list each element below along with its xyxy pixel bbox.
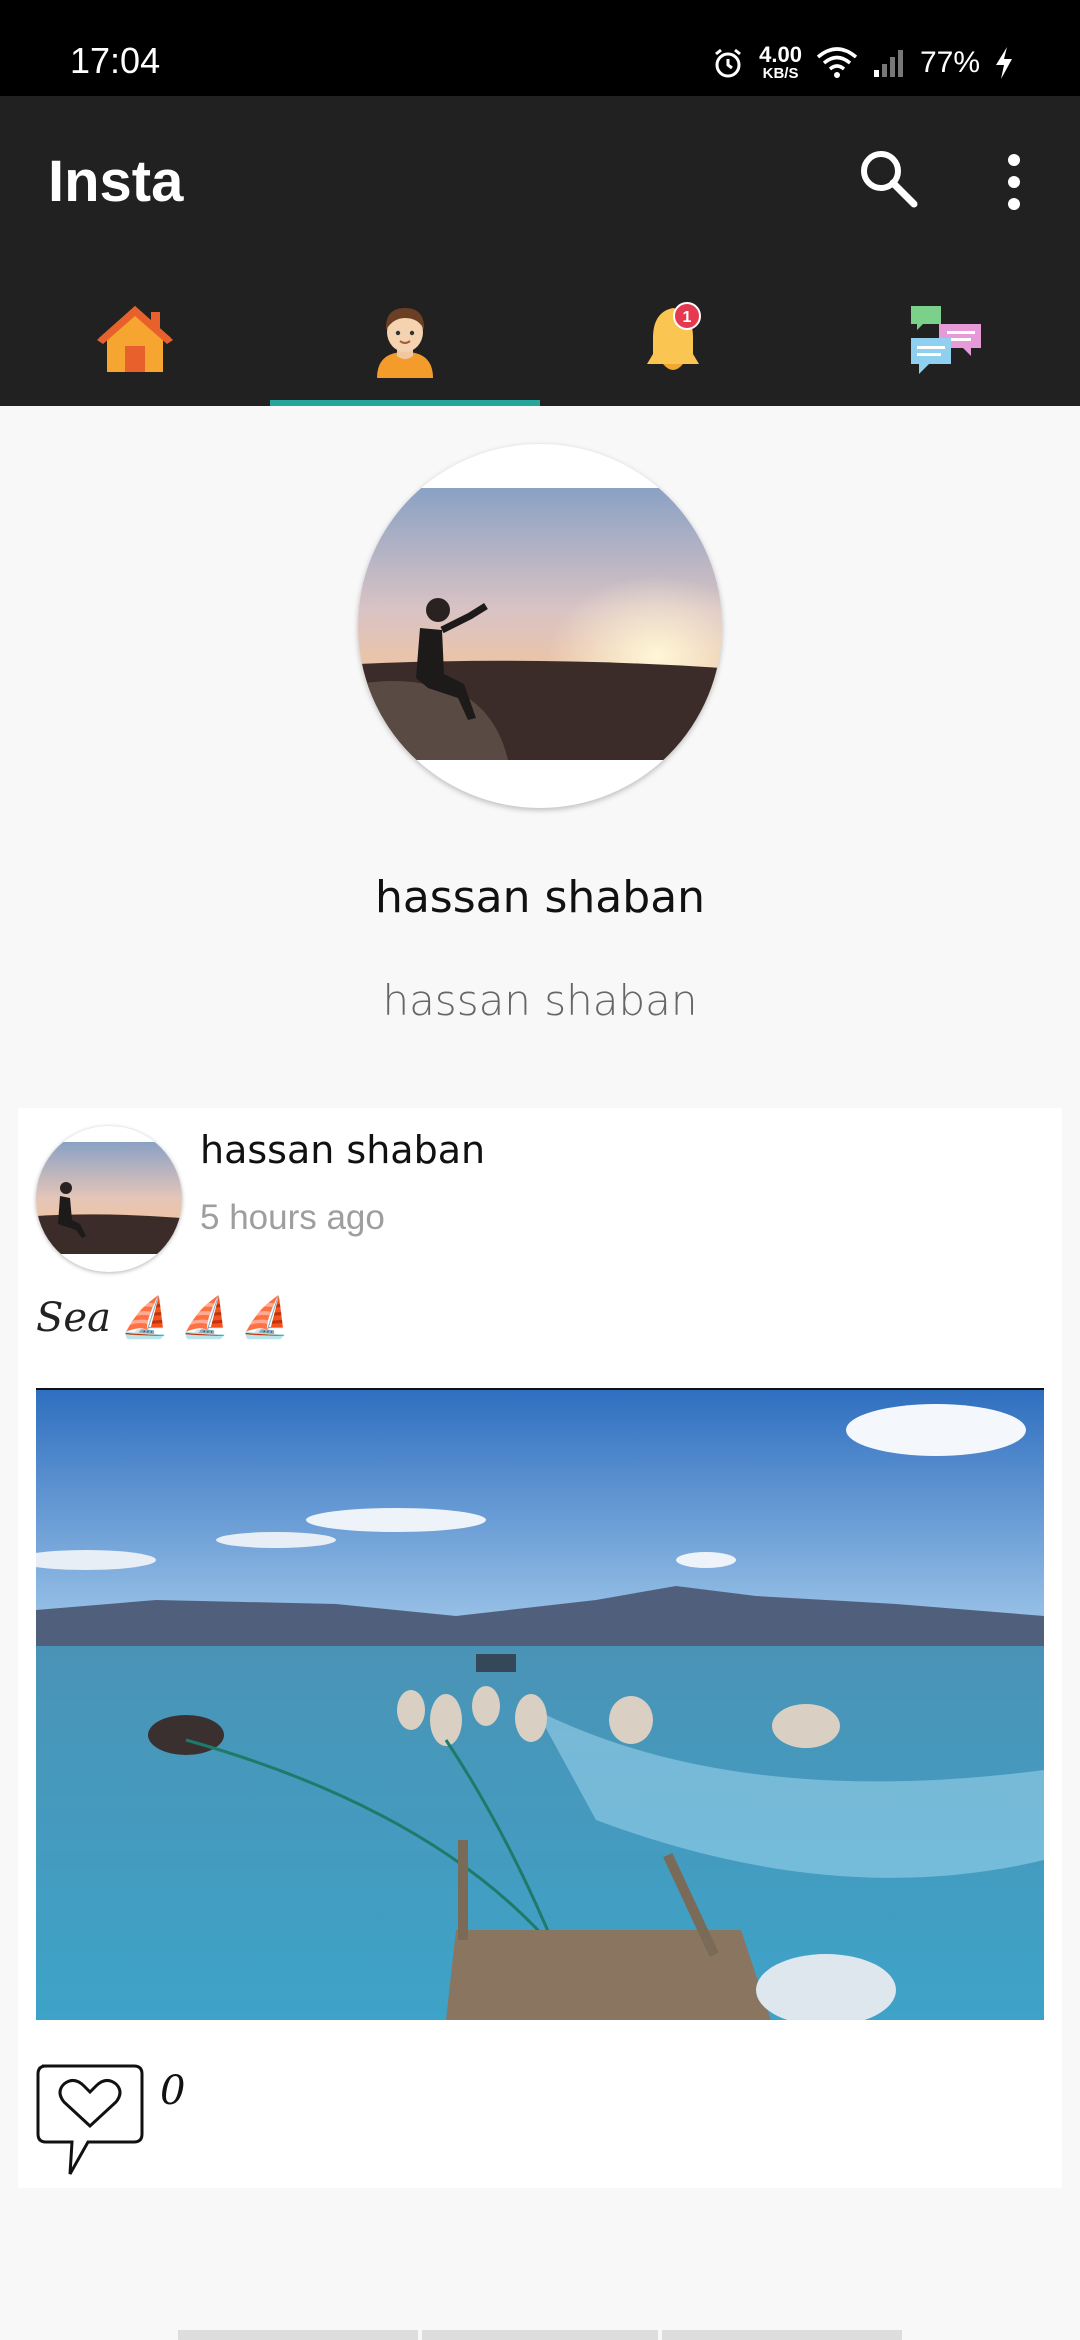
chat-icon — [911, 306, 981, 374]
tab-home[interactable] — [0, 282, 270, 406]
wifi-icon — [816, 46, 858, 78]
battery-level: 77% — [919, 45, 980, 79]
like-count: 0 — [160, 2068, 186, 2114]
network-speed: 4.00 KB/S — [759, 42, 802, 82]
post-caption-emoji: ⛵ — [120, 1295, 171, 1341]
tab-messages[interactable] — [810, 282, 1080, 406]
status-icons: 4.00 KB/S 77% — [711, 44, 1014, 81]
nav-hint — [422, 2330, 658, 2340]
like-heart-icon[interactable] — [34, 2062, 146, 2180]
post-author-avatar[interactable] — [36, 1126, 182, 1272]
tab-profile[interactable] — [270, 282, 540, 406]
post-image-scene — [36, 1390, 1044, 2020]
profile-icon — [377, 308, 433, 378]
tab-bar: 1 — [0, 282, 1080, 406]
notification-bell-icon: 1 — [647, 302, 701, 370]
post-author-name[interactable]: hassan shaban — [200, 1128, 485, 1172]
tab-indicator — [270, 400, 540, 406]
post-caption: Sea ⛵ ⛵ ⛵ — [36, 1294, 291, 1342]
home-icon — [97, 306, 173, 372]
post-caption-emoji: ⛵ — [240, 1295, 291, 1341]
network-speed-value: 4.00 — [759, 42, 802, 67]
post-image[interactable] — [36, 1388, 1044, 2020]
signal-icon — [873, 49, 903, 77]
post-caption-emoji: ⛵ — [180, 1295, 231, 1341]
status-bar: 17:04 4.00 KB/S 77% — [0, 0, 1080, 96]
profile-photo[interactable] — [358, 444, 722, 808]
profile-username: hassan shaban — [382, 976, 698, 1025]
status-time: 17:04 — [70, 40, 161, 81]
tab-notifications[interactable]: 1 — [540, 282, 810, 406]
post-card: hassan shaban 5 hours ago Sea ⛵ ⛵ ⛵ 0 — [18, 1108, 1062, 2188]
post-timestamp: 5 hours ago — [200, 1198, 385, 1237]
app-title: Insta — [48, 149, 184, 214]
nav-hint — [178, 2330, 418, 2340]
profile-photo-image — [358, 488, 722, 760]
charging-icon — [996, 46, 1012, 79]
post-caption-text: Sea — [36, 1294, 111, 1341]
profile-name: hassan shaban — [374, 872, 706, 923]
more-vert-icon[interactable] — [1000, 152, 1028, 212]
network-speed-unit: KB/S — [762, 65, 799, 82]
search-icon[interactable] — [856, 146, 920, 210]
post-avatar-image — [36, 1142, 182, 1254]
notification-badge-count: 1 — [683, 309, 692, 326]
nav-hint — [662, 2330, 902, 2340]
alarm-icon — [715, 48, 742, 77]
